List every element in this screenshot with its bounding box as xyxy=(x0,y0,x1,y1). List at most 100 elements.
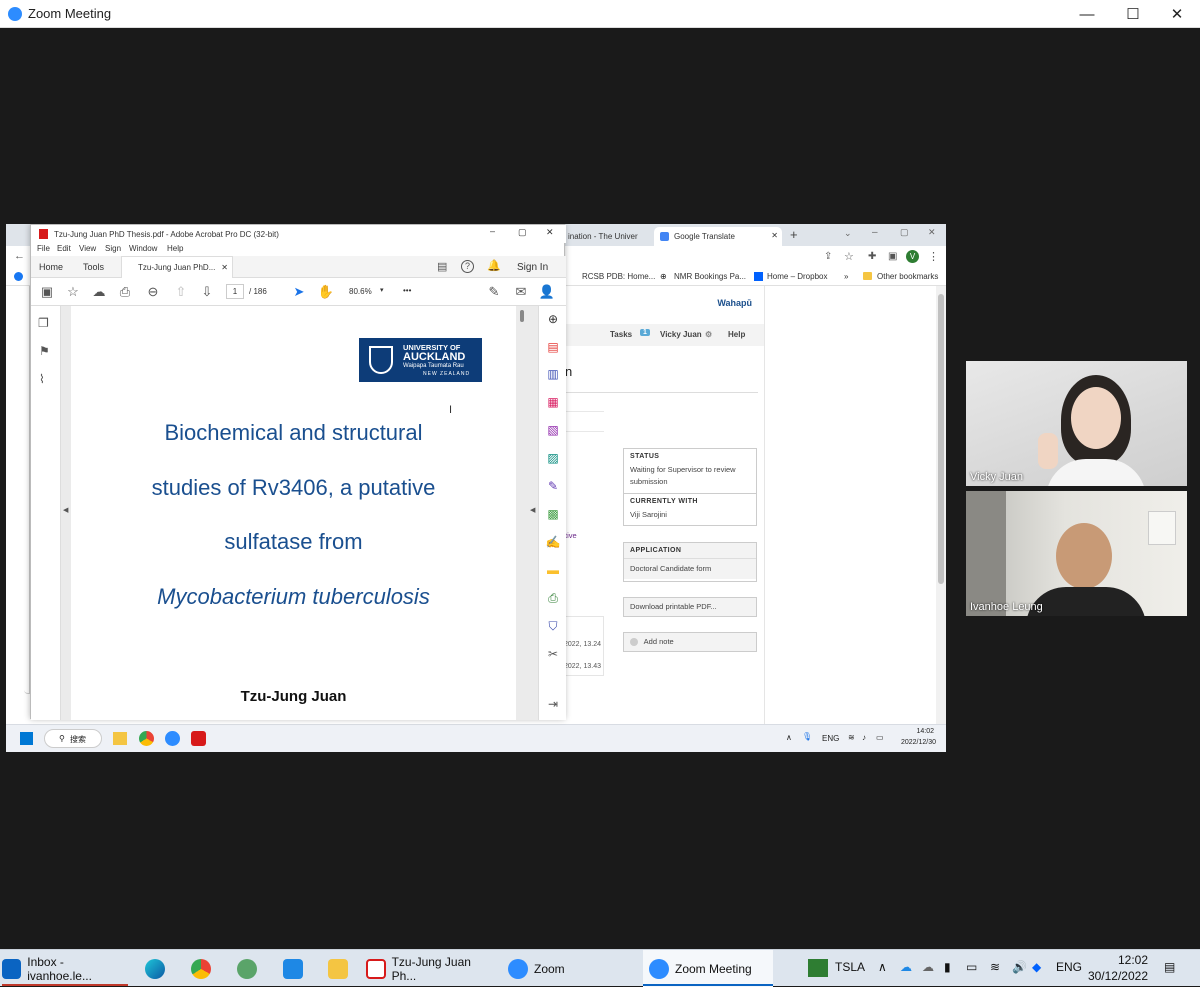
download-pdf-button[interactable]: Download printable PDF... xyxy=(623,597,757,617)
taskbar-outlook[interactable]: Inbox - ivanhoe.le... xyxy=(2,950,128,987)
file-explorer-icon[interactable] xyxy=(113,732,127,745)
display-icon[interactable]: ▭ xyxy=(966,960,977,974)
maximize-icon[interactable]: ▢ xyxy=(518,227,527,238)
application-value[interactable]: Doctoral Candidate form xyxy=(624,559,756,579)
usb-icon[interactable]: ▮ xyxy=(944,960,951,974)
collapse-pane-icon[interactable]: ⇥ xyxy=(545,696,561,712)
taskbar-zoom-meeting[interactable]: Zoom Meeting xyxy=(643,950,773,987)
file-explorer-icon[interactable] xyxy=(328,950,354,987)
page-down-icon[interactable]: ⇩ xyxy=(199,284,215,300)
share-user-icon[interactable]: 👤 xyxy=(539,284,555,300)
sidepanel-icon[interactable]: ▣ xyxy=(888,251,897,262)
notification-icon[interactable]: ▤ xyxy=(1164,960,1175,974)
nav-tasks[interactable]: Tasks xyxy=(610,330,632,339)
pdf-scroll-thumb[interactable] xyxy=(520,310,524,322)
more-tools-wrench-icon[interactable]: ✂ xyxy=(545,646,561,662)
browser-tab-google-translate[interactable]: Google Translate ✕ xyxy=(654,227,782,246)
more-tools-button[interactable]: ••• xyxy=(403,286,411,295)
bell-icon[interactable]: 🔔 xyxy=(487,259,501,272)
email-icon[interactable]: ✉ xyxy=(513,284,529,300)
dropbox-icon[interactable]: ◆ xyxy=(1032,960,1041,974)
tab-document[interactable]: Tzu-Jung Juan PhD... ✕ xyxy=(121,256,233,278)
chevron-up-icon[interactable]: ∧ xyxy=(786,733,792,742)
browser-tab[interactable]: ination - The Univer xyxy=(562,227,652,246)
volume-icon[interactable]: ♪ xyxy=(862,733,866,742)
star-icon[interactable]: ☆ xyxy=(65,284,81,300)
zoom-icon[interactable] xyxy=(165,731,180,746)
maximize-button[interactable]: ☐ xyxy=(1110,0,1156,28)
acrobat-icon[interactable] xyxy=(191,731,206,746)
participant-video-vicky[interactable]: Vicky Juan xyxy=(966,361,1187,486)
menu-edit[interactable]: Edit xyxy=(57,244,71,253)
minimize-button[interactable]: — xyxy=(1064,0,1110,28)
profile-avatar[interactable]: V xyxy=(906,250,919,263)
chrome-icon[interactable] xyxy=(191,950,217,987)
back-icon[interactable]: ← xyxy=(14,250,25,262)
add-note-button[interactable]: Add note xyxy=(623,632,757,652)
select-cursor-icon[interactable]: ➤ xyxy=(291,284,307,300)
bookmark-other[interactable]: Other bookmarks xyxy=(877,272,938,281)
search-box[interactable]: ⚲ 搜索 xyxy=(44,729,102,748)
menu-window[interactable]: Window xyxy=(129,244,157,253)
zoom-out-icon[interactable]: ⊖ xyxy=(145,284,161,300)
close-icon[interactable]: ✕ xyxy=(546,227,554,238)
minimize-icon[interactable]: – xyxy=(872,227,878,238)
help-icon[interactable]: ? xyxy=(461,260,474,273)
link-fragment[interactable]: tive xyxy=(565,531,577,540)
stock-ticker[interactable]: TSLA xyxy=(835,960,865,974)
collapse-left-icon[interactable]: ◀ xyxy=(63,506,68,514)
chevron-down-icon[interactable]: ⌄ xyxy=(844,228,852,239)
windows-start-icon[interactable] xyxy=(20,732,33,745)
restore-icon[interactable]: ▢ xyxy=(900,227,909,238)
comment-tool-icon[interactable]: ▬ xyxy=(545,562,561,578)
bookmark-nmr[interactable]: NMR Bookings Pa... xyxy=(674,272,746,281)
menu-file[interactable]: File xyxy=(37,244,50,253)
share-icon[interactable]: ⇪ xyxy=(824,251,832,262)
compress-icon[interactable]: ▩ xyxy=(545,506,561,522)
upload-icon[interactable]: ☁ xyxy=(91,284,107,300)
create-pdf-icon[interactable]: ▤ xyxy=(545,339,561,355)
collapse-right-icon[interactable]: ◀ xyxy=(530,506,535,514)
zoom-level-select[interactable]: 80.6% xyxy=(349,287,372,296)
zoom-in-icon[interactable]: ⊕ xyxy=(545,311,561,327)
facebook-icon[interactable] xyxy=(14,272,23,281)
taskbar-zoom[interactable]: Zoom xyxy=(508,950,628,987)
request-sign-icon[interactable]: ✍ xyxy=(545,534,561,550)
battery-icon[interactable]: ▭ xyxy=(876,733,884,742)
pages-icon[interactable]: ❐ xyxy=(38,316,49,330)
cloud-icon[interactable]: ☁ xyxy=(922,960,934,974)
volume-icon[interactable]: 🔊 xyxy=(1012,960,1027,974)
close-button[interactable]: ✕ xyxy=(1154,0,1200,28)
save-icon[interactable]: ▣ xyxy=(39,284,55,300)
edit-pdf-icon[interactable]: ▧ xyxy=(545,422,561,438)
new-tab-button[interactable]: + xyxy=(790,227,798,242)
hand-tool-icon[interactable]: ✋ xyxy=(318,284,334,300)
taskbar-acrobat[interactable]: Tzu-Jung Juan Ph... xyxy=(366,950,496,987)
fill-sign-icon[interactable]: ✎ xyxy=(545,478,561,494)
menu-icon[interactable]: ⋮ xyxy=(928,250,939,263)
tab-tools[interactable]: Tools xyxy=(83,256,104,278)
print-icon[interactable]: ⎙ xyxy=(117,284,133,300)
gear-icon[interactable]: ⚙ xyxy=(705,330,712,339)
attachment-icon[interactable]: ⌇ xyxy=(39,372,45,386)
close-tab-icon[interactable]: ✕ xyxy=(221,263,228,272)
language-indicator[interactable]: ENG xyxy=(1056,960,1082,974)
site-brand[interactable]: Wahapū xyxy=(717,298,752,308)
export-pdf-icon[interactable]: ▥ xyxy=(545,366,561,382)
bookmark-icon[interactable]: ⚑ xyxy=(39,344,50,358)
nav-help[interactable]: Help xyxy=(728,330,745,339)
scroll-thumb[interactable] xyxy=(938,294,944,584)
sign-in-button[interactable]: Sign In xyxy=(517,262,548,273)
chrome-icon[interactable] xyxy=(139,731,154,746)
bookmark-dropbox[interactable]: Home – Dropbox xyxy=(767,272,827,281)
protect-shield-icon[interactable]: ⛉ xyxy=(545,618,561,634)
minimize-icon[interactable]: – xyxy=(490,226,495,236)
close-icon[interactable]: ✕ xyxy=(928,227,936,238)
participant-video-ivanhoe[interactable]: Ivanhoe Leung xyxy=(966,491,1187,616)
nav-user[interactable]: Vicky Juan xyxy=(660,330,702,339)
app-icon[interactable] xyxy=(237,950,263,987)
more-bookmarks-chevron[interactable]: » xyxy=(844,272,848,281)
lang-indicator[interactable]: ENG xyxy=(822,734,839,743)
clock-time[interactable]: 12:02 xyxy=(1100,953,1148,967)
page-up-icon[interactable]: ⇧ xyxy=(173,284,189,300)
